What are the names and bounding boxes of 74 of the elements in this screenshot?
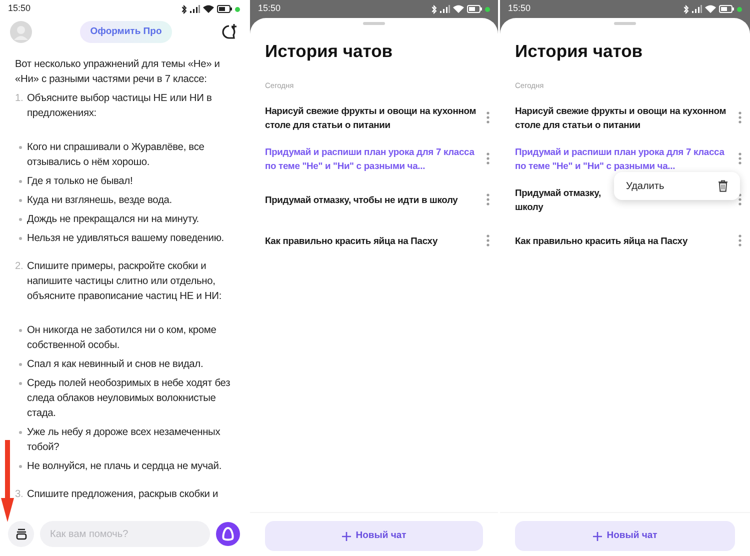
chat-history-item[interactable]: Нарисуй свежие фрукты и овощи на кухонном столе для статьи о питании — [515, 104, 738, 132]
bullet-icon — [19, 431, 22, 434]
plus-icon — [342, 532, 351, 540]
sheet-title: История чатов — [515, 40, 644, 62]
bullet-item-text: Он никогда не заботился ни о ком, кроме собственной особы. — [27, 324, 218, 353]
wifi-icon — [203, 5, 214, 13]
message-input[interactable]: Как вам помочь? — [40, 521, 210, 547]
drag-handle[interactable] — [363, 22, 385, 25]
delete-menu-item[interactable]: Удалить — [626, 178, 664, 194]
avatar-icon[interactable] — [10, 21, 32, 43]
list-number: 3. — [15, 488, 24, 502]
numbered-item-text: Спишите примеры, раскройте скобки и напишите частицы слитно или отдельно, объясните правописание частиц НЕ и НИ: — [27, 260, 222, 304]
bullet-item-text: Уже ль небу я дороже всех незамеченных тобой? — [27, 426, 222, 455]
new-chat-button[interactable]: Новый чат — [265, 521, 483, 551]
bullet-icon — [19, 199, 22, 202]
numbered-item-text: Спишите предложения, раскрыв скобки и — [27, 488, 218, 502]
signal-icon — [190, 5, 200, 13]
more-options-icon[interactable] — [738, 234, 742, 248]
plus-icon — [592, 532, 602, 540]
wifi-icon — [705, 5, 716, 13]
bullet-item-text: Дождь не прекращался ни на минуту. — [27, 213, 199, 227]
history-button[interactable] — [8, 521, 34, 547]
status-time: 15:50 — [8, 2, 31, 16]
bullet-icon — [19, 180, 22, 183]
bullet-item-text: Нельзя не удивляться вашему поведению. — [27, 232, 224, 246]
battery-icon — [217, 5, 232, 13]
signal-icon — [440, 5, 450, 13]
bullet-item-text: Кого ни спрашивали о Журавлёве, все отзывались о нём хорошо. — [27, 141, 206, 170]
bullet-icon — [19, 329, 22, 332]
intro-paragraph: Вот несколько упражнений для темы «Не» и «Ни» с разными частями речи в 7 классе: — [15, 58, 221, 87]
bullet-item-text: Средь полей необозримых в небе ходят без следа облаков неуловимых волокнистые стада. — [27, 377, 232, 421]
drag-handle[interactable] — [614, 22, 636, 25]
bullet-item-text: Куда ни взглянешь, везде вода. — [27, 194, 172, 208]
chat-history-item[interactable]: Придумай и распиши план урока для 7 класса по теме "Не" и "Ни" с разными ча... — [515, 145, 738, 172]
bullet-icon — [19, 218, 22, 221]
subscribe-pro-button[interactable]: Оформить Про — [80, 21, 172, 43]
chat-history-item[interactable]: Придумай отмазку, чтобы не идти в школу — [265, 193, 486, 206]
assistant-icon[interactable] — [216, 522, 240, 546]
trash-icon[interactable] — [718, 180, 728, 192]
more-options-icon[interactable] — [738, 193, 742, 206]
stack-icon — [16, 528, 26, 540]
bluetooth-icon — [684, 4, 689, 14]
more-options-icon[interactable] — [486, 234, 490, 248]
more-options-icon[interactable] — [738, 111, 742, 124]
sheet-title: История чатов — [265, 40, 394, 62]
signal-icon — [692, 5, 702, 13]
battery-icon — [467, 5, 482, 13]
more-options-icon[interactable] — [486, 152, 490, 166]
bullet-icon — [19, 363, 22, 366]
bullet-item-text: Спал я как невинный и снов не видал. — [27, 358, 204, 372]
new-chat-icon[interactable] — [220, 23, 238, 41]
bullet-item-text: Не волнуйся, не плачь и сердца не мучай. — [27, 460, 222, 474]
wifi-icon — [453, 5, 464, 13]
chat-history-item[interactable]: Как правильно красить яйца на Пасху — [265, 234, 486, 248]
bullet-icon — [19, 237, 22, 240]
list-number: 2. — [15, 260, 24, 274]
bullet-item-text: Где я только не бывал! — [27, 175, 133, 189]
chat-history-item[interactable]: Придумай и распиши план урока для 7 класса по теме "Не" и "Ни" с разными ча... — [265, 145, 486, 172]
status-time: 15:50 — [258, 2, 281, 16]
more-options-icon[interactable] — [486, 111, 490, 124]
chat-history-item[interactable]: Нарисуй свежие фрукты и овощи на кухонном столе для статьи о питании — [265, 104, 486, 132]
bluetooth-icon — [182, 4, 187, 14]
battery-icon — [719, 5, 734, 13]
bluetooth-icon — [432, 4, 437, 14]
bullet-icon — [19, 146, 22, 149]
numbered-item-text: Объясните выбор частицы НЕ или НИ в предложениях: — [27, 92, 213, 121]
new-chat-button[interactable]: Новый чат — [515, 521, 735, 551]
more-options-icon[interactable] — [486, 193, 490, 206]
chat-history-item[interactable]: Как правильно красить яйца на Пасху — [515, 234, 738, 248]
bullet-icon — [19, 465, 22, 468]
more-options-icon[interactable] — [738, 152, 742, 166]
status-time: 15:50 — [508, 2, 531, 16]
bullet-icon — [19, 382, 22, 385]
list-number: 1. — [15, 92, 24, 106]
